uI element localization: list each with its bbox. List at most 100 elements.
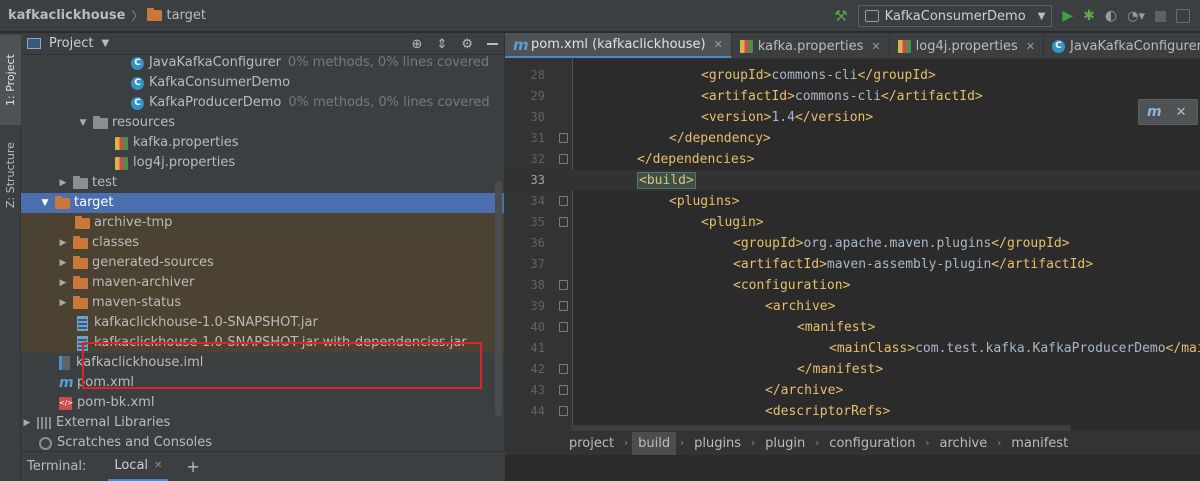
close-icon[interactable]: ✕ [714,38,723,51]
tab-pom-xml[interactable]: m pom.xml (kafkaclickhouse) ✕ [505,33,732,58]
tree-item[interactable]: C KafkaProducerDemo 0% methods, 0% lines… [21,93,504,113]
terminal-tab-local[interactable]: Local ✕ [108,452,169,481]
debug-bug-icon[interactable]: ✱ [1083,8,1095,24]
breadcrumb-item[interactable]: plugin [759,432,811,456]
code-line[interactable]: 30 <version>1.4</version> [505,107,1200,128]
collapse-arrow-icon[interactable]: ▶ [57,293,69,313]
tree-item[interactable]: archive-tmp [21,213,504,233]
breadcrumb-item[interactable]: configuration [823,432,921,456]
collapse-arrow-icon[interactable]: ▶ [57,273,69,293]
tree-item[interactable]: ▼ resources [21,113,504,133]
tab-kafka-properties[interactable]: kafka.properties ✕ [732,33,890,58]
fold-marker-icon[interactable] [559,385,568,395]
expand-arrow-icon[interactable]: ▼ [39,193,51,213]
maven-reload-icon[interactable]: m [1147,104,1162,120]
tab-log4j-properties[interactable]: log4j.properties ✕ [890,33,1045,58]
collapse-arrow-icon[interactable]: ▶ [21,413,33,433]
tree-item[interactable]: </> pom-bk.xml [21,393,504,413]
locate-file-icon[interactable]: ⊕ [412,37,423,52]
stop-icon[interactable] [1155,10,1166,22]
code-line[interactable]: 35 <plugin> [505,212,1200,233]
code-line[interactable]: 42 </manifest> [505,359,1200,380]
collapse-arrow-icon[interactable]: ▶ [57,253,69,273]
project-structure-icon[interactable] [1176,9,1190,23]
expand-arrow-icon[interactable]: ▼ [77,113,89,133]
breadcrumb-item[interactable]: project [563,432,620,456]
folder-icon [73,275,88,289]
code-line[interactable]: 39 <archive> [505,296,1200,317]
profile-icon[interactable]: ◔▾ [1127,9,1145,24]
tree-item[interactable]: C KafkaConsumerDemo [21,73,504,93]
fold-marker-icon[interactable] [559,364,568,374]
tree-item[interactable]: ▶ test [21,173,504,193]
breadcrumb-item[interactable]: manifest [1005,432,1074,456]
tree-item[interactable]: kafka.properties [21,133,504,153]
code-line[interactable]: 40 <manifest> [505,317,1200,338]
close-icon[interactable]: ✕ [1026,40,1035,53]
tree-item[interactable]: kafkaclickhouse.iml [21,353,504,373]
code-line[interactable]: 41 <mainClass>com.test.kafka.KafkaProduce… [505,338,1200,359]
fold-marker-icon[interactable] [559,301,568,311]
tab-javakafkaconfigurer[interactable]: C JavaKafkaConfigurer.java ✕ [1044,33,1200,58]
run-with-coverage-icon[interactable]: ◐ [1105,8,1117,24]
tree-item[interactable]: C JavaKafkaConfigurer 0% methods, 0% lin… [21,53,504,73]
code-line[interactable]: 34 <plugins> [505,191,1200,212]
gear-icon[interactable]: ⚙ [461,37,473,52]
tree-item[interactable]: ▶ maven-archiver [21,273,504,293]
run-configuration-select[interactable]: KafkaConsumerDemo ▼ [857,5,1053,27]
code-line[interactable]: 43 </archive> [505,380,1200,401]
xml-open-tag: </manifest> [797,362,884,377]
code-text: </archive> [765,380,843,401]
fold-marker-icon[interactable] [559,217,568,227]
breadcrumb-item[interactable]: plugins [688,432,747,456]
code-line[interactable]: 38 <configuration> [505,275,1200,296]
nav-breadcrumb-folder[interactable]: target [147,8,206,23]
project-panel-title[interactable]: Project [49,36,93,51]
tree-item[interactable]: Scratches and Consoles [21,433,504,451]
close-icon[interactable]: ✕ [1176,105,1187,120]
fold-marker-icon[interactable] [559,196,568,206]
fold-marker-icon[interactable] [559,406,568,416]
tree-item[interactable]: kafkaclickhouse-1.0-SNAPSHOT-jar-with-de… [21,333,504,353]
tool-tab-project[interactable]: 1: Project [0,35,21,125]
code-line[interactable]: 28 <groupId>commons-cli</groupId> [505,65,1200,86]
tree-item[interactable]: ▶ maven-status [21,293,504,313]
code-editor[interactable]: 28 <groupId>commons-cli</groupId> 29 <artif… [505,59,1200,431]
tree-item[interactable]: ▶ generated-sources [21,253,504,273]
new-terminal-button[interactable]: + [186,457,199,476]
code-line[interactable]: 37 <artifactId>maven-assembly-plugin</art… [505,254,1200,275]
fold-marker-icon[interactable] [559,154,568,164]
build-hammer-icon[interactable]: ⚒ [834,7,847,25]
resources-folder-icon [93,115,108,129]
close-icon[interactable]: ✕ [871,40,880,53]
tool-tab-structure[interactable]: Z: Structure [0,129,21,221]
code-text: <build> [637,170,696,191]
nav-breadcrumb-project[interactable]: kafkaclickhouse 〉 [0,7,147,24]
class-icon: C [131,76,144,90]
fold-marker-icon[interactable] [559,322,568,332]
close-icon[interactable]: ✕ [154,460,162,471]
tree-item[interactable]: log4j.properties [21,153,504,173]
run-icon[interactable]: ▶ [1062,8,1073,24]
tree-item[interactable]: kafkaclickhouse-1.0-SNAPSHOT.jar [21,313,504,333]
code-line[interactable]: 31 </dependency> [505,128,1200,149]
tree-item[interactable]: m pom.xml [21,373,504,393]
code-line[interactable]: 33 <build> [505,170,1200,191]
code-line[interactable]: 44 <descriptorRefs> [505,401,1200,422]
fold-marker-icon[interactable] [559,280,568,290]
project-scrollbar[interactable] [495,181,502,416]
breadcrumb-item[interactable]: build [632,431,677,456]
tree-item[interactable]: ▶ classes [21,233,504,253]
tree-item-selected[interactable]: ▼ target [21,193,504,213]
code-line[interactable]: 36 <groupId>org.apache.maven.plugins</gro… [505,233,1200,254]
collapse-arrow-icon[interactable]: ▶ [57,173,69,193]
code-line[interactable]: 29 <artifactId>commons-cli</artifactId> [505,86,1200,107]
tree-item[interactable]: ▶ External Libraries [21,413,504,433]
collapse-arrow-icon[interactable]: ▶ [57,233,69,253]
breadcrumb-item[interactable]: archive [934,432,994,456]
chevron-down-icon[interactable]: ▼ [101,38,109,49]
hide-panel-icon[interactable] [487,43,498,45]
collapse-all-icon[interactable]: ⇕ [436,37,447,52]
code-line[interactable]: 32 </dependencies> [505,149,1200,170]
fold-marker-icon[interactable] [559,133,568,143]
